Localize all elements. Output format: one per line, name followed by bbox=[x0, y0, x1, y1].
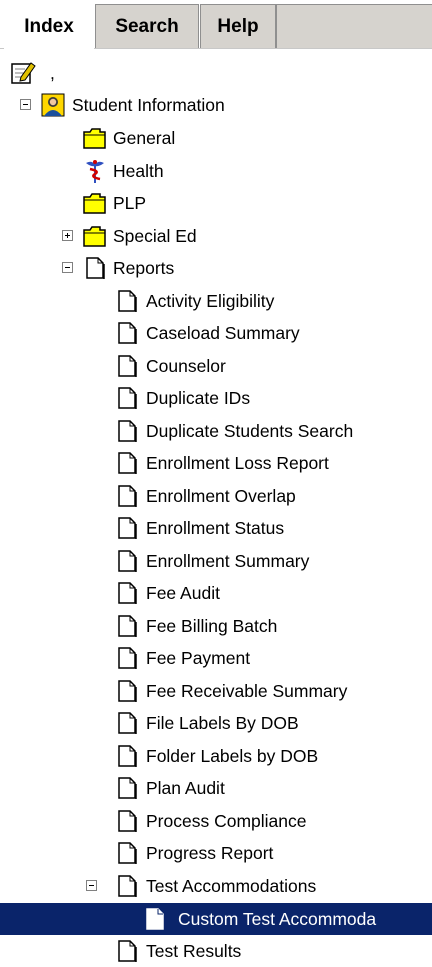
tree-item-fee-billing-batch[interactable]: Fee Billing Batch bbox=[0, 610, 432, 642]
tree-item-plp[interactable]: PLP bbox=[0, 187, 432, 219]
tree-item-label: PLP bbox=[113, 193, 147, 213]
tree-item-reports[interactable]: Reports bbox=[0, 252, 432, 284]
tab-strip-filler bbox=[276, 4, 432, 49]
tree-item-label: Activity Eligibility bbox=[146, 291, 275, 311]
tree-item-student-information[interactable]: Student Information bbox=[0, 89, 432, 121]
tree-item-label: Counselor bbox=[146, 356, 226, 376]
tree-item-label: Duplicate IDs bbox=[146, 388, 251, 408]
tree-item-label: Health bbox=[113, 161, 164, 181]
tree-item-label: Fee Billing Batch bbox=[146, 616, 278, 636]
tree-item-general[interactable]: General bbox=[0, 122, 432, 154]
tree-item-fee-receivable-summary[interactable]: Fee Receivable Summary bbox=[0, 675, 432, 707]
folder-icon bbox=[82, 223, 108, 249]
tree-item-fee-payment[interactable]: Fee Payment bbox=[0, 642, 432, 674]
tree-item-label: Caseload Summary bbox=[146, 323, 300, 343]
tree-item-label: Enrollment Loss Report bbox=[146, 453, 329, 473]
tree-item-caseload-summary[interactable]: Caseload Summary bbox=[0, 317, 432, 349]
tree-item-label: Test Results bbox=[146, 941, 242, 961]
document-icon bbox=[114, 613, 140, 639]
tree-item-counselor[interactable]: Counselor bbox=[0, 350, 432, 382]
document-icon bbox=[114, 418, 140, 444]
folder-icon bbox=[82, 125, 108, 151]
document-icon bbox=[82, 255, 108, 281]
tree-item-test-accommodations[interactable]: Test Accommodations bbox=[0, 870, 432, 902]
tree-item-plan-audit[interactable]: Plan Audit bbox=[0, 772, 432, 804]
document-icon bbox=[114, 775, 140, 801]
document-icon bbox=[114, 678, 140, 704]
index-tree: , Student Information General Health PLP… bbox=[0, 52, 432, 962]
document-icon bbox=[114, 840, 140, 866]
tree-item-health[interactable]: Health bbox=[0, 155, 432, 187]
tree-item-label: Enrollment Overlap bbox=[146, 486, 296, 506]
tree-item-duplicate-ids[interactable]: Duplicate IDs bbox=[0, 382, 432, 414]
collapse-toggle[interactable] bbox=[86, 880, 97, 891]
tree-item-label: Special Ed bbox=[113, 226, 197, 246]
folder-icon bbox=[82, 190, 108, 216]
tree-item-special-ed[interactable]: Special Ed bbox=[0, 220, 432, 252]
tree-item-label: Process Compliance bbox=[146, 811, 307, 831]
tab-index[interactable]: Index bbox=[4, 4, 94, 49]
tree-item-label: Fee Payment bbox=[146, 648, 251, 668]
tree-item-label: Custom Test Accommoda bbox=[178, 909, 377, 929]
tree-item-label: Duplicate Students Search bbox=[146, 421, 354, 441]
tree-item-enrollment-status[interactable]: Enrollment Status bbox=[0, 512, 432, 544]
tree-item-enrollment-summary[interactable]: Enrollment Summary bbox=[0, 545, 432, 577]
tree-item-label: Enrollment Status bbox=[146, 518, 285, 538]
tree-item-label: General bbox=[113, 128, 176, 148]
document-icon bbox=[114, 873, 140, 899]
tree-item-test-results[interactable]: Test Results bbox=[0, 935, 432, 967]
document-icon bbox=[114, 743, 140, 769]
document-icon bbox=[142, 906, 168, 932]
tree-item-folder-labels-by-dob[interactable]: Folder Labels by DOB bbox=[0, 740, 432, 772]
tree-item-custom-test-accommodations[interactable]: Custom Test Accommoda bbox=[0, 903, 432, 935]
document-icon bbox=[114, 483, 140, 509]
tree-item-activity-eligibility[interactable]: Activity Eligibility bbox=[0, 285, 432, 317]
caduceus-icon bbox=[82, 158, 108, 184]
tree-item-label: Reports bbox=[113, 258, 175, 278]
tree-item-label: Test Accommodations bbox=[146, 876, 317, 896]
document-icon bbox=[114, 320, 140, 346]
tab-help[interactable]: Help bbox=[200, 4, 276, 49]
document-icon bbox=[114, 288, 140, 314]
tree-item-fee-audit[interactable]: Fee Audit bbox=[0, 577, 432, 609]
document-icon bbox=[114, 938, 140, 964]
document-icon bbox=[114, 385, 140, 411]
document-icon bbox=[114, 515, 140, 541]
tree-item-enrollment-overlap[interactable]: Enrollment Overlap bbox=[0, 480, 432, 512]
tree-item-label: Plan Audit bbox=[146, 778, 225, 798]
edit-notepad-icon bbox=[10, 60, 36, 86]
document-icon bbox=[114, 808, 140, 834]
tab-search[interactable]: Search bbox=[95, 4, 199, 49]
tree-item-process-compliance[interactable]: Process Compliance bbox=[0, 805, 432, 837]
document-icon bbox=[114, 548, 140, 574]
tree-item-label: Fee Receivable Summary bbox=[146, 681, 348, 701]
tree-item-label: Folder Labels by DOB bbox=[146, 746, 319, 766]
document-icon bbox=[114, 450, 140, 476]
tree-item-label: Fee Audit bbox=[146, 583, 220, 603]
tree-root-item[interactable]: , bbox=[0, 60, 432, 92]
collapse-toggle[interactable] bbox=[20, 99, 31, 110]
document-icon bbox=[114, 710, 140, 736]
tree-item-duplicate-students-search[interactable]: Duplicate Students Search bbox=[0, 415, 432, 447]
document-icon bbox=[114, 645, 140, 671]
collapse-toggle[interactable] bbox=[62, 262, 73, 273]
tree-item-label: Student Information bbox=[72, 95, 225, 115]
tree-item-label: File Labels By DOB bbox=[146, 713, 299, 733]
document-icon bbox=[114, 580, 140, 606]
tree-item-progress-report[interactable]: Progress Report bbox=[0, 837, 432, 869]
document-icon bbox=[114, 353, 140, 379]
tree-item-label: Progress Report bbox=[146, 843, 274, 863]
tab-strip: Index Search Help bbox=[0, 0, 432, 50]
tree-item-enrollment-loss-report[interactable]: Enrollment Loss Report bbox=[0, 447, 432, 479]
expand-toggle[interactable] bbox=[62, 230, 73, 241]
tree-root-label: , bbox=[50, 63, 55, 83]
student-icon bbox=[40, 92, 66, 118]
tree-item-file-labels-by-dob[interactable]: File Labels By DOB bbox=[0, 707, 432, 739]
tree-item-label: Enrollment Summary bbox=[146, 551, 310, 571]
